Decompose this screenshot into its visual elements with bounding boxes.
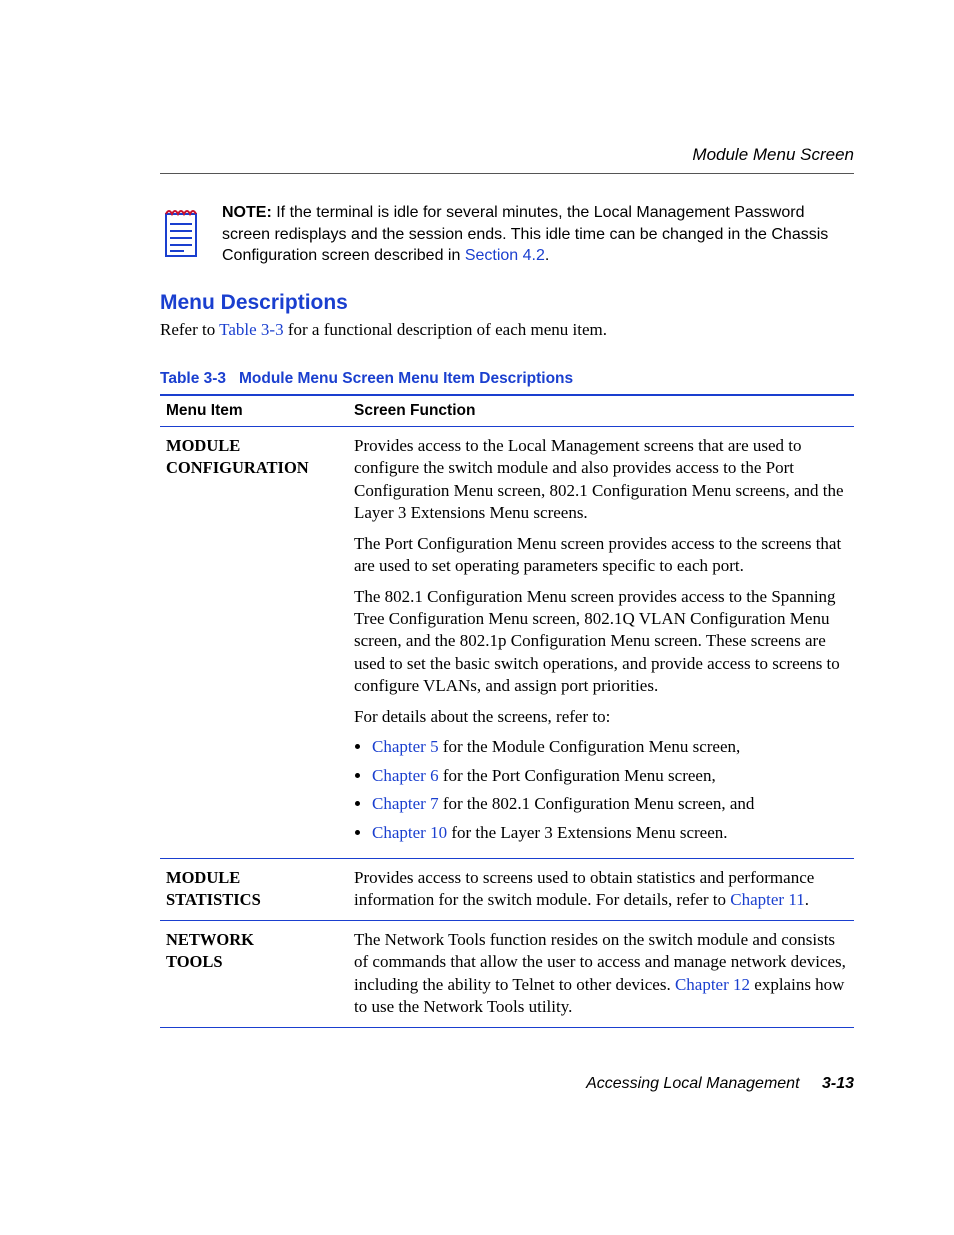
screen-function-module-configuration: Provides access to the Local Management … (348, 426, 854, 858)
intro-post: for a functional description of each men… (284, 320, 607, 339)
running-header: Module Menu Screen (160, 145, 854, 174)
table-caption-prefix: Table 3-3 (160, 370, 226, 387)
menu-descriptions-table: Menu Item Screen Function MODULE CONFIGU… (160, 394, 854, 1028)
link-chapter-5[interactable]: Chapter 5 (372, 737, 439, 756)
col-header-menu-item: Menu Item (160, 395, 348, 427)
page-footer: Accessing Local Management 3-13 (160, 1075, 854, 1093)
table-caption-title: Module Menu Screen Menu Item Description… (239, 370, 573, 387)
link-table-3-3[interactable]: Table 3-3 (219, 320, 283, 339)
screen-function-network-tools: The Network Tools function resides on th… (348, 920, 854, 1027)
list-item-text: for the Port Configuration Menu screen, (439, 766, 716, 785)
table-row: MODULE STATISTICS Provides access to scr… (160, 858, 854, 920)
intro-pre: Refer to (160, 320, 219, 339)
link-chapter-10[interactable]: Chapter 10 (372, 823, 447, 842)
section-heading: Menu Descriptions (160, 291, 854, 315)
list-item: Chapter 5 for the Module Configuration M… (372, 736, 848, 758)
note-text: NOTE: If the terminal is idle for severa… (222, 202, 854, 267)
col-header-screen-function: Screen Function (348, 395, 854, 427)
menu-item-line2: TOOLS (166, 952, 223, 971)
note-block: NOTE: If the terminal is idle for severa… (160, 202, 854, 269)
table-row: MODULE CONFIGURATION Provides access to … (160, 426, 854, 858)
paragraph: The Port Configuration Menu screen provi… (354, 533, 848, 578)
screen-function-module-statistics: Provides access to screens used to obtai… (348, 858, 854, 920)
list-item-text: for the 802.1 Configuration Menu screen,… (439, 794, 755, 813)
table-row: NETWORK TOOLS The Network Tools function… (160, 920, 854, 1027)
page-number: 3-13 (822, 1075, 854, 1092)
link-chapter-12[interactable]: Chapter 12 (675, 975, 750, 994)
menu-item-module-configuration: MODULE CONFIGURATION (160, 426, 348, 858)
link-chapter-6[interactable]: Chapter 6 (372, 766, 439, 785)
note-icon (160, 204, 204, 269)
note-body-post: . (545, 247, 549, 264)
menu-item-line1: MODULE (166, 868, 240, 887)
paragraph: The 802.1 Configuration Menu screen prov… (354, 586, 848, 698)
paragraph: Provides access to the Local Management … (354, 435, 848, 525)
list-item-text: for the Layer 3 Extensions Menu screen. (447, 823, 727, 842)
list-item: Chapter 6 for the Port Configuration Men… (372, 765, 848, 787)
list-item: Chapter 7 for the 802.1 Configuration Me… (372, 793, 848, 815)
menu-item-line2: CONFIGURATION (166, 458, 309, 477)
paragraph: For details about the screens, refer to: (354, 706, 848, 728)
link-section-4-2[interactable]: Section 4.2 (465, 247, 545, 264)
list-item: Chapter 10 for the Layer 3 Extensions Me… (372, 822, 848, 844)
list-item-text: for the Module Configuration Menu screen… (439, 737, 741, 756)
menu-item-line2: STATISTICS (166, 890, 261, 909)
page: Module Menu Screen NOTE: If the terminal… (0, 0, 954, 1235)
menu-item-network-tools: NETWORK TOOLS (160, 920, 348, 1027)
reference-list: Chapter 5 for the Module Configuration M… (354, 736, 848, 844)
text-post: . (805, 890, 809, 909)
link-chapter-7[interactable]: Chapter 7 (372, 794, 439, 813)
link-chapter-11[interactable]: Chapter 11 (730, 890, 804, 909)
intro-paragraph: Refer to Table 3-3 for a functional desc… (160, 319, 854, 342)
table-caption: Table 3-3 Module Menu Screen Menu Item D… (160, 370, 854, 388)
note-label: NOTE: (222, 204, 272, 221)
footer-text: Accessing Local Management (586, 1075, 799, 1092)
menu-item-line1: MODULE (166, 436, 240, 455)
menu-item-module-statistics: MODULE STATISTICS (160, 858, 348, 920)
menu-item-line1: NETWORK (166, 930, 254, 949)
